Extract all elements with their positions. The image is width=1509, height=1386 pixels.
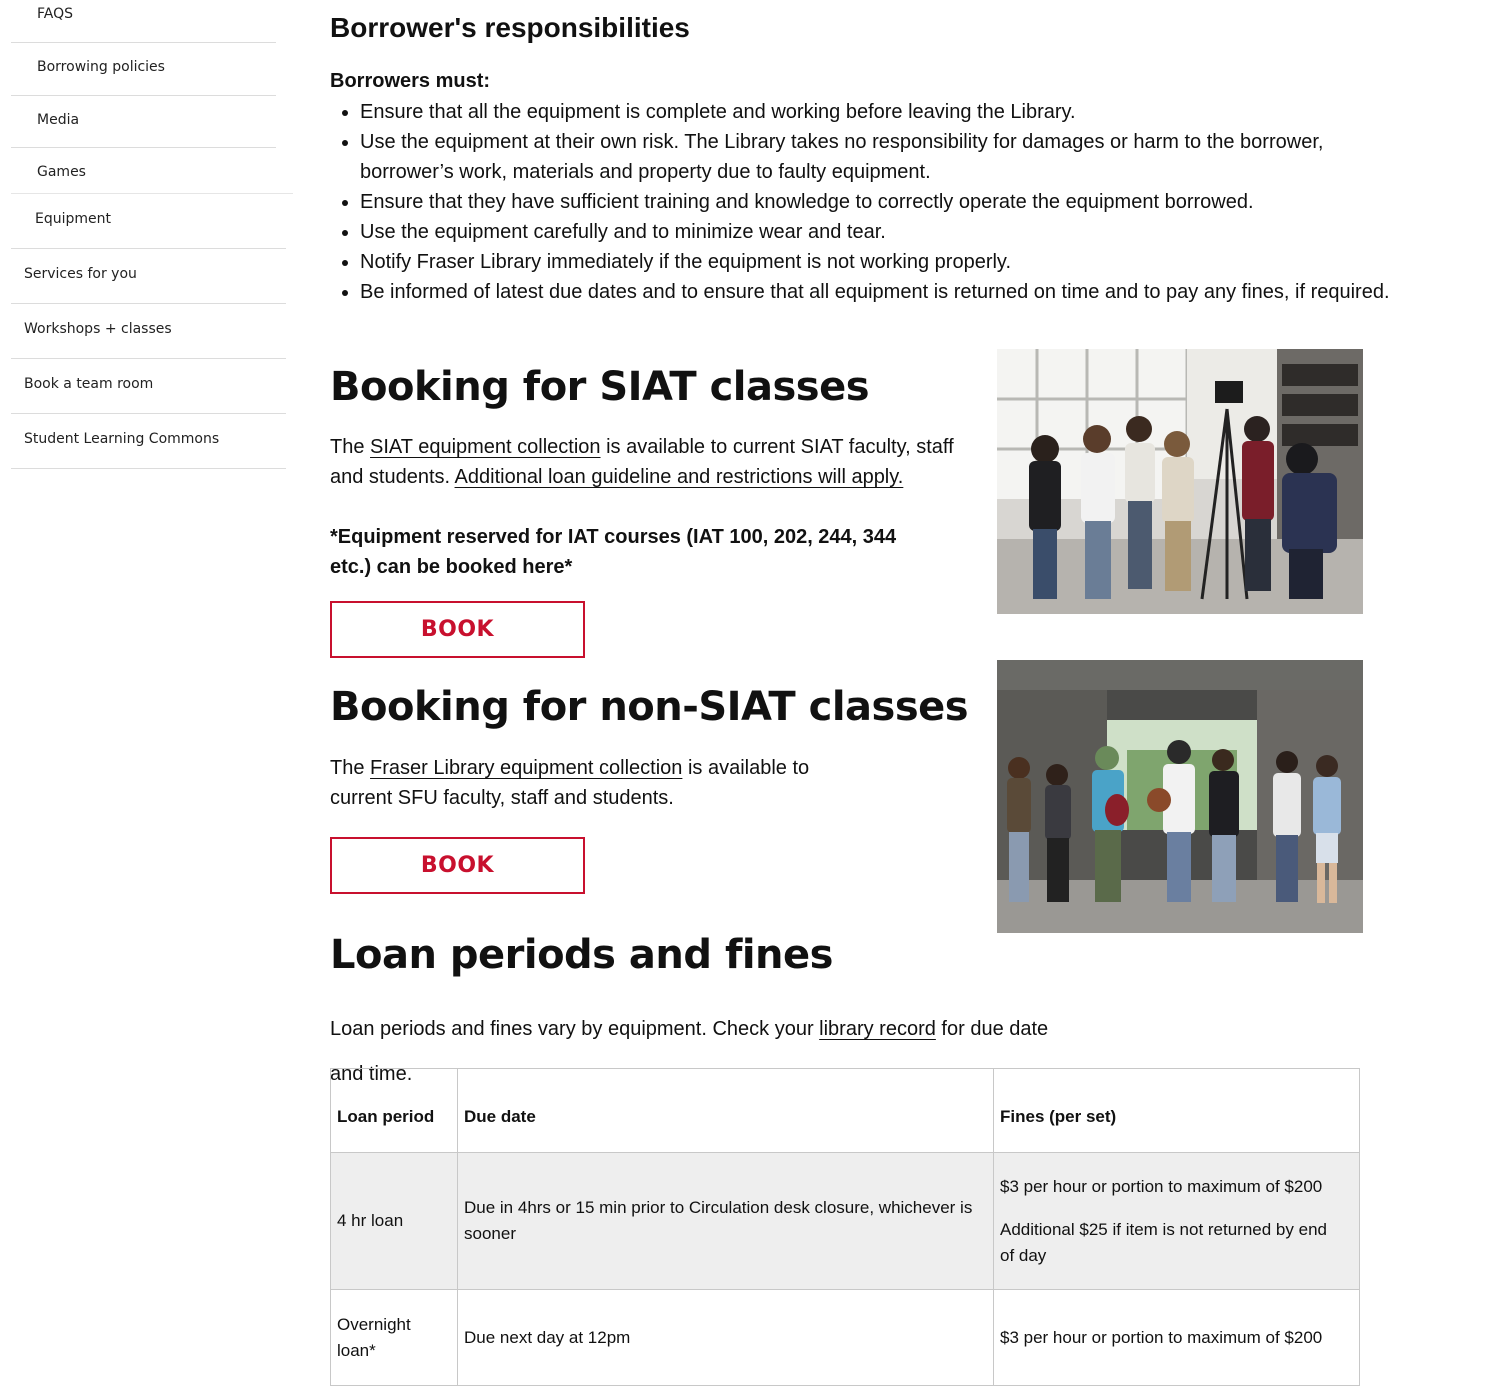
table-cell: Due in 4hrs or 15 min prior to Circulati… (457, 1152, 994, 1290)
list-item: Notify Fraser Library immediately if the… (360, 247, 1420, 277)
list-item: Use the equipment at their own risk. The… (360, 127, 1420, 187)
siat-students-photo (997, 349, 1363, 614)
fraser-collection-link[interactable]: Fraser Library equipment collection (370, 757, 682, 779)
fine-text: $3 per hour or portion to maximum of $20… (1000, 1176, 1323, 1196)
responsibilities-heading: Borrower's responsibilities (330, 12, 690, 43)
table-header-cell: Loan period (330, 1068, 458, 1153)
sidebar-item-equipment[interactable]: Equipment (11, 194, 286, 249)
sidebar-item-media[interactable]: Media (11, 96, 276, 148)
loans-heading: Loan periods and fines (330, 932, 833, 978)
table-row: Overnight loan* Due next day at 12pm $3 … (330, 1289, 1360, 1386)
table-header-cell: Fines (per set) (993, 1068, 1360, 1153)
loans-intro-post: for due date (935, 1018, 1049, 1040)
fine-text: Additional $25 if item is not returned b… (1000, 1219, 1327, 1265)
list-item: Ensure that they have sufficient trainin… (360, 187, 1420, 217)
sidebar-item-borrowing-policies[interactable]: Borrowing policies (11, 43, 276, 96)
table-cell: Due next day at 12pm (457, 1289, 994, 1386)
table-cell: $3 per hour or portion to maximum of $20… (993, 1152, 1360, 1290)
iat-note: *Equipment reserved for IAT courses (IAT… (330, 526, 897, 578)
sidebar-item-faqs[interactable]: FAQS (11, 0, 276, 43)
borrowers-must-label: Borrowers must: (330, 70, 491, 92)
nonsiat-text-pre: The (330, 757, 371, 779)
siat-heading: Booking for SIAT classes (330, 364, 870, 410)
table-cell: $3 per hour or portion to maximum of $20… (993, 1289, 1360, 1386)
table-header-row: Loan period Due date Fines (per set) (330, 1068, 1360, 1153)
loans-intro: Loan periods and fines vary by equipment… (330, 1014, 1150, 1044)
table-cell: 4 hr loan (330, 1152, 458, 1290)
sidebar-item-workshops[interactable]: Workshops + classes (11, 304, 286, 359)
siat-book-button[interactable]: BOOK (330, 601, 585, 658)
table-row: 4 hr loan Due in 4hrs or 15 min prior to… (330, 1152, 1360, 1290)
students-walking-photo (997, 660, 1363, 933)
siat-description: The SIAT equipment collection is availab… (330, 432, 960, 492)
library-record-link[interactable]: library record (819, 1018, 936, 1040)
loan-table: Loan period Due date Fines (per set) 4 h… (330, 1068, 1360, 1386)
sidebar-item-team-room[interactable]: Book a team room (11, 359, 286, 414)
table-cell: Overnight loan* (330, 1289, 458, 1386)
sidebar-item-games[interactable]: Games (11, 148, 293, 194)
siat-text-pre: The (330, 436, 371, 458)
nonsiat-book-button[interactable]: BOOK (330, 837, 585, 894)
nonsiat-description: The Fraser Library equipment collection … (330, 753, 870, 813)
sidebar-item-services[interactable]: Services for you (11, 249, 286, 304)
loan-guidelines-link[interactable]: Additional loan guideline and restrictio… (455, 466, 904, 488)
table-header-cell: Due date (457, 1068, 994, 1153)
nonsiat-heading: Booking for non-SIAT classes (330, 684, 969, 730)
responsibilities-list: Ensure that all the equipment is complet… (330, 97, 1420, 307)
list-item: Be informed of latest due dates and to e… (360, 277, 1420, 307)
siat-collection-link[interactable]: SIAT equipment collection (370, 436, 601, 458)
list-item: Ensure that all the equipment is complet… (360, 97, 1420, 127)
loans-intro-pre: Loan periods and fines vary by equipment… (330, 1018, 820, 1040)
sidebar-item-slc[interactable]: Student Learning Commons (11, 414, 286, 469)
sidebar-nav: FAQS Borrowing policies Media Games Equi… (11, 0, 293, 469)
list-item: Use the equipment carefully and to minim… (360, 217, 1420, 247)
